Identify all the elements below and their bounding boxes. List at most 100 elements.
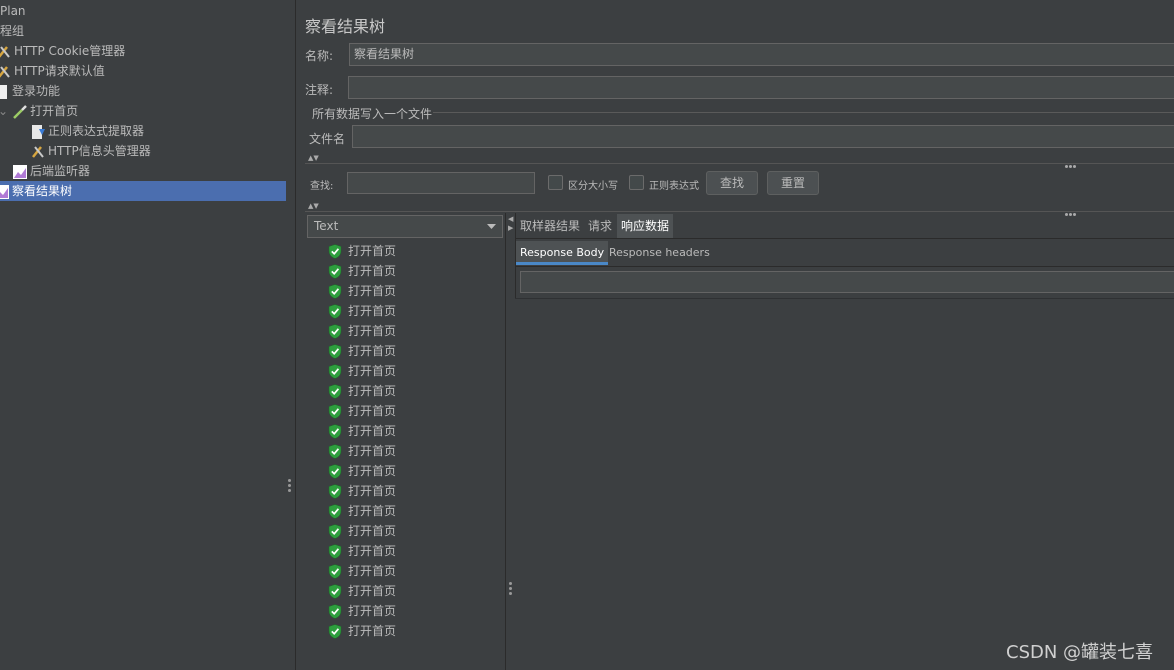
comment-label: 注释: bbox=[305, 83, 334, 97]
result-row-label: 打开首页 bbox=[348, 604, 397, 618]
subtab-response-headers[interactable]: Response headers bbox=[605, 241, 714, 265]
result-row[interactable]: 打开首页 bbox=[328, 561, 396, 581]
result-row[interactable]: 打开首页 bbox=[328, 461, 396, 481]
tree-item-cookie-manager[interactable]: HTTP Cookie管理器 bbox=[0, 41, 125, 61]
result-row[interactable]: 打开首页 bbox=[328, 401, 396, 421]
tree-item-regex-extractor[interactable]: 正则表达式提取器 bbox=[30, 121, 144, 141]
filename-label: 文件名 bbox=[309, 132, 346, 146]
result-row[interactable]: 打开首页 bbox=[328, 601, 396, 621]
case-sensitive-label: 区分大小写 bbox=[568, 181, 618, 192]
result-row[interactable]: 打开首页 bbox=[328, 541, 396, 561]
result-row-label: 打开首页 bbox=[348, 404, 397, 418]
filename-field[interactable] bbox=[352, 125, 1174, 148]
result-row[interactable]: 打开首页 bbox=[328, 581, 396, 601]
result-row[interactable]: 打开首页 bbox=[328, 321, 396, 341]
regex-checkbox[interactable] bbox=[629, 175, 644, 190]
result-row[interactable]: 打开首页 bbox=[328, 501, 396, 521]
case-sensitive-checkbox[interactable] bbox=[548, 175, 563, 190]
result-row-label: 打开首页 bbox=[348, 524, 397, 538]
result-row[interactable]: 打开首页 bbox=[328, 421, 396, 441]
tree-item-label: 后端监听器 bbox=[30, 164, 91, 178]
result-row-label: 打开首页 bbox=[348, 304, 397, 318]
collapse-arrows-icon[interactable]: ◀ ▶ bbox=[508, 215, 513, 233]
result-row-label: 打开首页 bbox=[348, 424, 397, 438]
success-shield-icon bbox=[328, 444, 342, 459]
sampler-pipette-icon bbox=[13, 104, 27, 119]
tree-item-label: HTTP信息头管理器 bbox=[48, 144, 151, 158]
collapse-arrows-icon[interactable]: ▲▼ bbox=[308, 202, 319, 210]
success-shield-icon bbox=[328, 264, 342, 279]
name-field[interactable]: 察看结果树 bbox=[349, 43, 1174, 66]
result-row-label: 打开首页 bbox=[348, 324, 397, 338]
listener-chart-icon bbox=[13, 164, 27, 179]
renderer-select[interactable]: Text bbox=[307, 215, 503, 238]
regex-label: 正则表达式 bbox=[649, 181, 699, 192]
success-shield-icon bbox=[328, 484, 342, 499]
tab-divider bbox=[515, 238, 1174, 239]
result-row[interactable]: 打开首页 bbox=[328, 521, 396, 541]
splitter-handle-icon[interactable] bbox=[1065, 157, 1077, 171]
search-input[interactable] bbox=[347, 172, 535, 194]
result-row-label: 打开首页 bbox=[348, 284, 397, 298]
tree-item-header-manager[interactable]: HTTP信息头管理器 bbox=[30, 141, 151, 161]
find-button[interactable]: 查找 bbox=[706, 171, 758, 195]
divider bbox=[305, 163, 1174, 164]
result-row[interactable]: 打开首页 bbox=[328, 381, 396, 401]
result-row[interactable]: 打开首页 bbox=[328, 481, 396, 501]
config-tool-icon bbox=[0, 65, 10, 78]
response-body-area[interactable] bbox=[515, 299, 1174, 670]
chevron-down-icon bbox=[487, 224, 496, 229]
collapse-arrow-icon[interactable]: ⌄ bbox=[0, 104, 8, 118]
success-shield-icon bbox=[328, 384, 342, 399]
success-shield-icon bbox=[328, 564, 342, 579]
tree-item-backend-listener[interactable]: 后端监听器 bbox=[12, 161, 90, 181]
tab-request[interactable]: 请求 bbox=[584, 214, 616, 238]
tree-item-label: HTTP请求默认值 bbox=[14, 64, 105, 78]
success-shield-icon bbox=[328, 284, 342, 299]
tab-response-data[interactable]: 响应数据 bbox=[617, 214, 674, 238]
tree-item-label: 程组 bbox=[0, 24, 25, 38]
success-shield-icon bbox=[328, 504, 342, 519]
result-row[interactable]: 打开首页 bbox=[328, 621, 396, 641]
result-row-label: 打开首页 bbox=[348, 584, 397, 598]
page-icon bbox=[0, 84, 7, 99]
reset-button[interactable]: 重置 bbox=[767, 171, 819, 195]
group-border bbox=[433, 112, 1174, 113]
success-shield-icon bbox=[328, 244, 342, 259]
result-row-label: 打开首页 bbox=[348, 384, 397, 398]
tree-item-http-defaults[interactable]: HTTP请求默认值 bbox=[0, 61, 105, 81]
result-row[interactable]: 打开首页 bbox=[328, 361, 396, 381]
tree-item-test-plan[interactable]: Plan bbox=[0, 1, 26, 21]
result-row-label: 打开首页 bbox=[348, 484, 397, 498]
tree-item-login[interactable]: 登录功能 bbox=[0, 81, 60, 101]
success-shield-icon bbox=[328, 424, 342, 439]
tree-item-thread-group[interactable]: 程组 bbox=[0, 21, 24, 41]
name-label: 名称: bbox=[305, 49, 334, 63]
result-row-label: 打开首页 bbox=[348, 544, 397, 558]
result-row[interactable]: 打开首页 bbox=[328, 301, 396, 321]
result-row[interactable]: 打开首页 bbox=[328, 261, 396, 281]
comment-field[interactable] bbox=[348, 76, 1174, 99]
search-label: 查找: bbox=[310, 181, 334, 192]
tab-sampler-result[interactable]: 取样器结果 bbox=[516, 214, 584, 238]
result-row[interactable]: 打开首页 bbox=[328, 241, 396, 261]
subtab-divider bbox=[515, 266, 1174, 267]
left-splitter[interactable] bbox=[286, 0, 296, 670]
tree-item-label: 登录功能 bbox=[12, 84, 61, 98]
result-row-label: 打开首页 bbox=[348, 624, 397, 638]
collapse-arrows-icon[interactable]: ▲▼ bbox=[308, 154, 319, 162]
tree-item-view-results-tree[interactable]: 察看结果树 bbox=[0, 181, 286, 201]
file-group-label: 所有数据写入一个文件 bbox=[312, 107, 433, 121]
success-shield-icon bbox=[328, 404, 342, 419]
result-row[interactable]: 打开首页 bbox=[328, 341, 396, 361]
success-shield-icon bbox=[328, 344, 342, 359]
result-row[interactable]: 打开首页 bbox=[328, 281, 396, 301]
splitter-handle-icon[interactable] bbox=[1065, 205, 1077, 219]
result-row[interactable]: 打开首页 bbox=[328, 441, 396, 461]
subtab-response-body[interactable]: Response Body bbox=[516, 241, 609, 265]
tree-item-label: 打开首页 bbox=[30, 104, 79, 118]
result-row-label: 打开首页 bbox=[348, 464, 397, 478]
tree-item-open-home[interactable]: ⌄ 打开首页 bbox=[0, 101, 78, 121]
response-search-field[interactable] bbox=[520, 271, 1174, 293]
success-shield-icon bbox=[328, 324, 342, 339]
